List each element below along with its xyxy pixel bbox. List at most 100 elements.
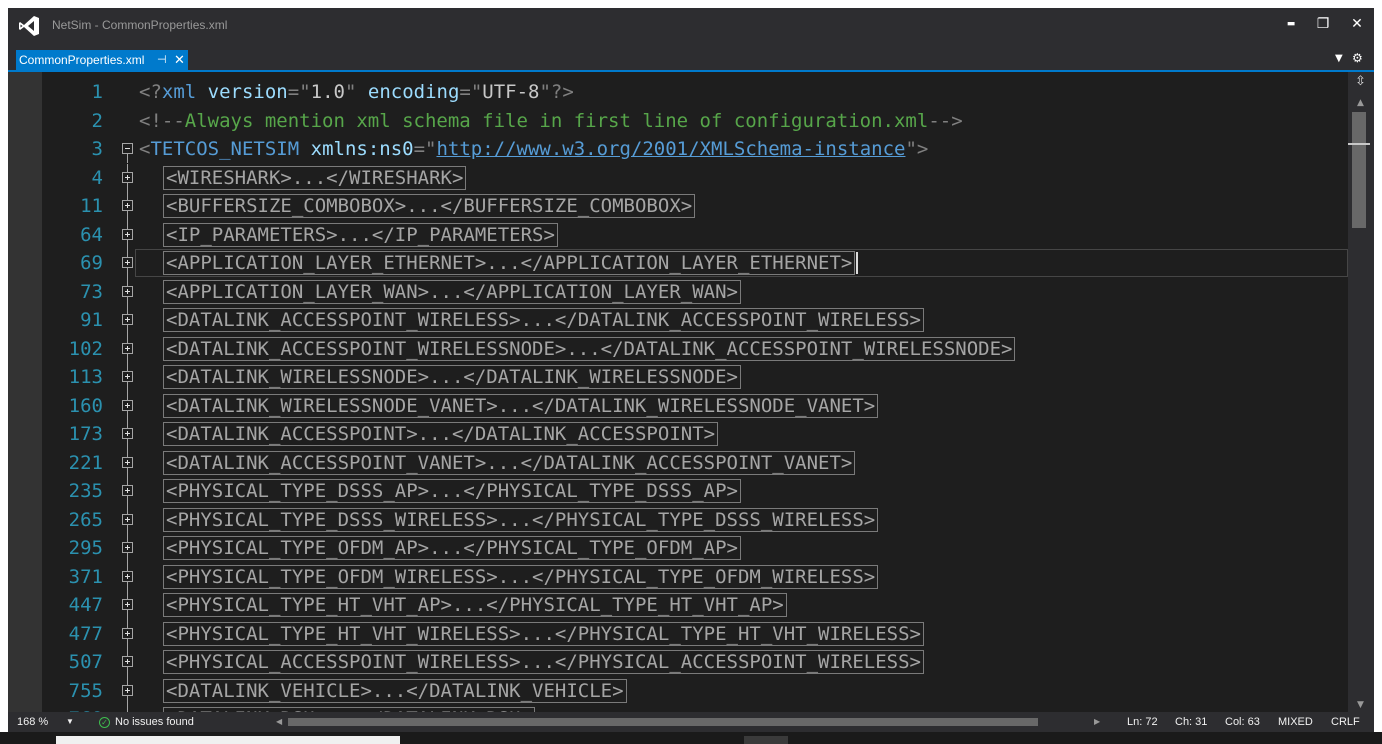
- vertical-scrollbar[interactable]: ⇳ ▲ ▼: [1348, 72, 1374, 712]
- collapsed-region[interactable]: <PHYSICAL_TYPE_DSSS_WIRELESS>...</PHYSIC…: [163, 507, 879, 532]
- code-line[interactable]: 91 <DATALINK_ACCESSPOINT_WIRELESS>...</DA…: [8, 306, 1348, 335]
- collapsed-region[interactable]: <DATALINK_ACCESSPOINT_VANET>...</DATALIN…: [163, 450, 856, 475]
- zoom-dropdown-icon[interactable]: ▼: [66, 712, 74, 732]
- tab-list-dropdown-icon[interactable]: ▼: [1335, 53, 1343, 64]
- collapsed-region[interactable]: <PHYSICAL_TYPE_HT_VHT_WIRELESS>...</PHYS…: [163, 621, 924, 646]
- line-number: 11: [80, 195, 103, 217]
- expand-icon[interactable]: [122, 371, 133, 382]
- code-line[interactable]: 235 <PHYSICAL_TYPE_DSSS_AP>...</PHYSICAL_…: [8, 477, 1348, 506]
- expand-icon[interactable]: [122, 599, 133, 610]
- expand-icon[interactable]: [122, 428, 133, 439]
- collapsed-region[interactable]: <PHYSICAL_TYPE_HT_VHT_AP>...</PHYSICAL_T…: [163, 593, 787, 617]
- editor-status-bar: 168 % ▼ ✓ No issues found ◀ ▶ Ln: 72 Ch:…: [8, 712, 1374, 732]
- expand-icon[interactable]: [122, 314, 133, 325]
- split-window-icon[interactable]: ⇳: [1355, 74, 1366, 89]
- code-line[interactable]: 3 <TETCOS_NETSIM xmlns:ns0="http://www.w3…: [8, 135, 1348, 163]
- code-line[interactable]: 295 <PHYSICAL_TYPE_OFDM_AP>...</PHYSICAL_…: [8, 534, 1348, 563]
- collapsed-region[interactable]: <WIRESHARK>...</WIRESHARK>: [163, 165, 467, 190]
- code-line[interactable]: 221 <DATALINK_ACCESSPOINT_VANET>...</DATA…: [8, 448, 1348, 478]
- expand-icon[interactable]: [122, 684, 133, 696]
- line-ending-mode[interactable]: CRLF: [1331, 712, 1360, 732]
- collapsed-region[interactable]: <DATALINK_WIRELESSNODE_VANET>...</DATALI…: [163, 393, 879, 418]
- issues-status[interactable]: No issues found: [115, 712, 194, 732]
- collapse-icon[interactable]: [122, 143, 133, 154]
- expand-icon[interactable]: [122, 513, 133, 525]
- code-line[interactable]: 64 <IP_PARAMETERS>...</IP_PARAMETERS>: [8, 220, 1348, 250]
- expand-icon[interactable]: [122, 342, 133, 354]
- code-line[interactable]: 69 <APPLICATION_LAYER_ETHERNET>...</APPLI…: [8, 249, 1348, 278]
- collapsed-region[interactable]: <APPLICATION_LAYER_ETHERNET>...</APPLICA…: [163, 251, 856, 275]
- close-tab-icon[interactable]: ✕: [174, 50, 185, 70]
- scroll-left-arrow-icon[interactable]: ◀: [276, 712, 282, 732]
- code-line[interactable]: 768<DATALINK_RSU>...</DATALINK_RSU>: [8, 705, 1348, 712]
- schema-link[interactable]: http://www.w3.org/2001/XMLSchema-instanc…: [436, 138, 905, 160]
- minimize-button[interactable]: ▬: [1276, 12, 1306, 36]
- collapsed-region[interactable]: <DATALINK_ACCESSPOINT_WIRELESS>...</DATA…: [163, 308, 924, 332]
- zoom-level[interactable]: 168 %: [17, 712, 48, 732]
- expand-icon[interactable]: [122, 656, 133, 667]
- scroll-right-arrow-icon[interactable]: ▶: [1094, 712, 1100, 732]
- settings-gear-icon[interactable]: ⚙: [1352, 51, 1363, 65]
- vertical-scroll-thumb[interactable]: [1352, 112, 1366, 228]
- code-editor[interactable]: 1 <?xml version="1.0" encoding="UTF-8"?> 2…: [8, 72, 1348, 712]
- check-circle-icon: ✓: [99, 717, 110, 728]
- collapsed-region[interactable]: <APPLICATION_LAYER_WAN>...</APPLICATION_…: [163, 279, 741, 304]
- collapsed-region[interactable]: <DATALINK_ACCESSPOINT>...</DATALINK_ACCE…: [163, 422, 719, 446]
- code-line[interactable]: 1 <?xml version="1.0" encoding="UTF-8"?>: [8, 78, 1348, 106]
- code-line[interactable]: 755 <DATALINK_VEHICLE>...</DATALINK_VEHIC…: [8, 676, 1348, 706]
- taskbar-button[interactable]: [744, 736, 788, 744]
- code-line[interactable]: 507 <PHYSICAL_ACCESSPOINT_WIRELESS>...</P…: [8, 648, 1348, 677]
- restore-button[interactable]: ❐: [1308, 12, 1338, 36]
- expand-icon[interactable]: [122, 627, 133, 639]
- caret-position-marker: [1348, 143, 1370, 145]
- collapsed-region[interactable]: <PHYSICAL_TYPE_OFDM_AP>...</PHYSICAL_TYP…: [163, 536, 741, 560]
- code-line[interactable]: 477 <PHYSICAL_TYPE_HT_VHT_WIRELESS>...</P…: [8, 619, 1348, 649]
- expand-icon[interactable]: [122, 228, 133, 240]
- code-line[interactable]: 4 <WIRESHARK>...</WIRESHARK>: [8, 163, 1348, 193]
- line-number: 768: [48, 705, 103, 712]
- code-line[interactable]: 11 <BUFFERSIZE_COMBOBOX>...</BUFFERSIZE_C…: [8, 192, 1348, 221]
- code-line[interactable]: 160 <DATALINK_WIRELESSNODE_VANET>...</DAT…: [8, 391, 1348, 421]
- ide-window: NetSim - CommonProperties.xml ▬ ❐ ✕ Comm…: [8, 8, 1374, 732]
- code-token: TETCOS_NETSIM: [150, 138, 300, 160]
- collapsed-region[interactable]: <BUFFERSIZE_COMBOBOX>...</BUFFERSIZE_COM…: [163, 194, 696, 218]
- code-line[interactable]: 371 <PHYSICAL_TYPE_OFDM_WIRELESS>...</PHY…: [8, 562, 1348, 592]
- expand-icon[interactable]: [122, 399, 133, 411]
- collapsed-region[interactable]: <PHYSICAL_TYPE_DSSS_AP>...</PHYSICAL_TYP…: [163, 479, 741, 503]
- expand-icon[interactable]: [122, 200, 133, 211]
- column-indicator: Col: 63: [1225, 716, 1260, 728]
- expand-icon[interactable]: [122, 456, 133, 468]
- horizontal-scroll-thumb[interactable]: [288, 718, 1038, 726]
- pin-tab-icon[interactable]: ⊣: [157, 50, 167, 70]
- code-line[interactable]: 173 <DATALINK_ACCESSPOINT>...</DATALINK_A…: [8, 420, 1348, 449]
- collapsed-region[interactable]: <DATALINK_VEHICLE>...</DATALINK_VEHICLE>: [163, 678, 627, 703]
- whitespace-mode[interactable]: MIXED: [1278, 712, 1313, 732]
- collapsed-region[interactable]: <PHYSICAL_ACCESSPOINT_WIRELESS>...</PHYS…: [163, 650, 924, 674]
- code-line[interactable]: 113 <DATALINK_WIRELESSNODE>...</DATALINK_…: [8, 363, 1348, 392]
- expand-icon[interactable]: [122, 485, 133, 496]
- line-number: 113: [68, 366, 103, 388]
- collapsed-region[interactable]: <PHYSICAL_TYPE_OFDM_WIRELESS>...</PHYSIC…: [163, 564, 879, 589]
- collapsed-region[interactable]: <IP_PARAMETERS>...</IP_PARAMETERS>: [163, 222, 558, 247]
- scroll-down-arrow-icon[interactable]: ▼: [1357, 700, 1364, 710]
- code-line[interactable]: 2 <!--Always mention xml schema file in f…: [8, 107, 1348, 135]
- close-window-button[interactable]: ✕: [1342, 12, 1372, 36]
- collapsed-region[interactable]: <DATALINK_ACCESSPOINT_WIRELESSNODE>...</…: [163, 336, 1016, 361]
- collapsed-region[interactable]: <DATALINK_WIRELESSNODE>...</DATALINK_WIR…: [163, 365, 741, 389]
- code-line[interactable]: 73 <APPLICATION_LAYER_WAN>...</APPLICATIO…: [8, 277, 1348, 307]
- expand-icon[interactable]: [122, 570, 133, 582]
- expand-icon[interactable]: [122, 542, 133, 553]
- code-line[interactable]: 265 <PHYSICAL_TYPE_DSSS_WIRELESS>...</PHY…: [8, 505, 1348, 535]
- code-line[interactable]: 102 <DATALINK_ACCESSPOINT_WIRELESSNODE>..…: [8, 334, 1348, 364]
- line-number: 371: [68, 565, 103, 588]
- expand-icon[interactable]: [122, 257, 133, 268]
- tab-commonproperties[interactable]: CommonProperties.xml ⊣ ✕: [16, 50, 188, 70]
- expand-icon[interactable]: [122, 171, 133, 183]
- expand-icon[interactable]: [122, 285, 133, 297]
- code-line[interactable]: 447 <PHYSICAL_TYPE_HT_VHT_AP>...</PHYSICA…: [8, 591, 1348, 620]
- scroll-up-arrow-icon[interactable]: ▲: [1357, 98, 1364, 108]
- taskbar-fragment: [0, 732, 1382, 744]
- code-token: UTF-8: [482, 81, 540, 103]
